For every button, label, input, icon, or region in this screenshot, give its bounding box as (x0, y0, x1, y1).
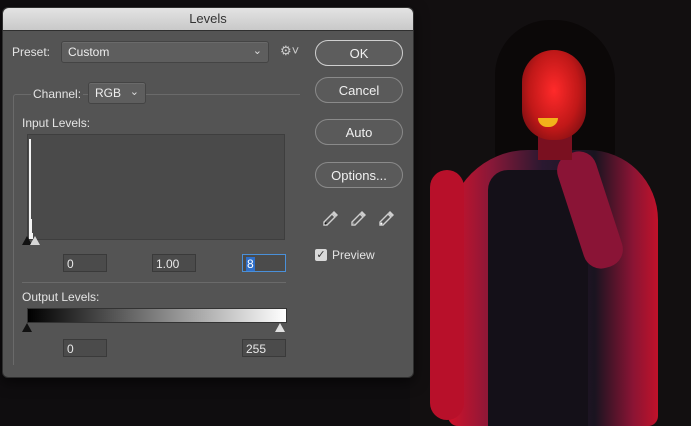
channel-select[interactable]: RGB ⌄ (88, 82, 146, 104)
channel-label: Channel: (31, 87, 84, 101)
photo-arm (430, 170, 464, 420)
black-eyedropper-icon[interactable] (321, 208, 341, 228)
output-white-slider[interactable] (275, 323, 285, 332)
preset-value: Custom (68, 45, 110, 59)
input-black-field[interactable]: 0 (63, 254, 107, 272)
white-eyedropper-icon[interactable] (377, 208, 397, 228)
levels-dialog: Levels Preset: Custom ⌄ ⚙˅ Channel: RGB … (2, 7, 414, 378)
output-gradient (27, 308, 287, 323)
output-levels-label: Output Levels: (22, 290, 100, 304)
options-button[interactable]: Options... (315, 162, 403, 188)
ok-button[interactable]: OK (315, 40, 403, 66)
cancel-button[interactable]: Cancel (315, 77, 403, 103)
input-white-value: 8 (246, 257, 255, 271)
output-white-field[interactable]: 255 (242, 339, 286, 357)
output-black-field[interactable]: 0 (63, 339, 107, 357)
gray-eyedropper-icon[interactable] (349, 208, 369, 228)
input-levels-label: Input Levels: (22, 116, 91, 130)
canvas-photo (410, 0, 691, 426)
channel-value: RGB (95, 86, 122, 100)
preset-select[interactable]: Custom ⌄ (61, 41, 269, 63)
chevron-down-icon: ⌄ (129, 86, 139, 98)
auto-button[interactable]: Auto (315, 119, 403, 145)
checkmark-icon: ✓ (316, 249, 326, 261)
photo-face (522, 50, 586, 140)
input-white-slider[interactable] (30, 236, 40, 245)
preview-checkbox[interactable]: ✓ (315, 249, 327, 261)
dialog-title[interactable]: Levels (3, 8, 413, 31)
divider (22, 282, 286, 283)
input-gamma-field[interactable]: 1.00 (152, 254, 196, 272)
histogram (27, 134, 285, 240)
preview-label[interactable]: Preview (332, 248, 375, 262)
chevron-down-icon: ⌄ (252, 45, 262, 57)
input-white-field[interactable]: 8 (242, 254, 286, 272)
output-black-slider[interactable] (22, 323, 32, 332)
gear-icon[interactable]: ⚙˅ (280, 43, 299, 59)
preset-label: Preset: (12, 45, 51, 59)
